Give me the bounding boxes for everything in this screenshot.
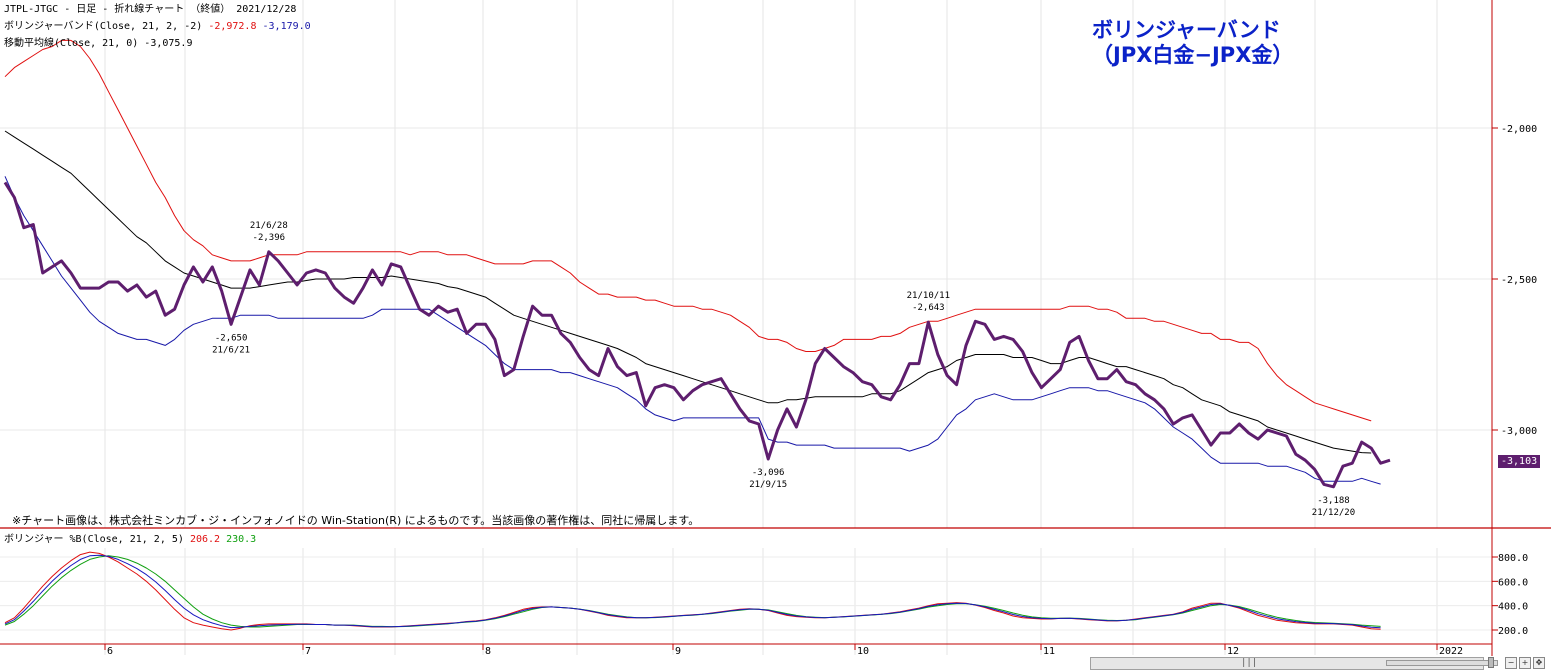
lower-band-line xyxy=(4,176,1381,485)
annotation-line-1: 21/6/28 xyxy=(250,221,288,231)
copyright-notice: ※チャート画像は、株式会社ミンカブ・ジ・インフォノイドの Win-Station… xyxy=(12,514,700,527)
x-tick-label: 7 xyxy=(305,646,311,657)
annotation-line-2: -2,643 xyxy=(912,303,945,313)
percent-b-mid-line xyxy=(4,554,1381,629)
annotation-line-2: -2,396 xyxy=(253,233,286,243)
scrollbar-grip[interactable]: ||| xyxy=(1241,658,1257,668)
annotation-line-1: -3,188 xyxy=(1317,496,1350,506)
percent-b-signal-line xyxy=(4,555,1381,628)
fit-view-button[interactable]: ✥ xyxy=(1533,657,1545,669)
annotation-line-1: -2,650 xyxy=(215,333,248,343)
x-tick-label: 2022 xyxy=(1439,646,1463,657)
bollinger-upper-value: -2,972.8 xyxy=(208,21,257,32)
y-tick-label: 200.0 xyxy=(1498,626,1528,637)
zoom-slider-track[interactable] xyxy=(1386,660,1498,666)
annotation-line-2: 21/6/21 xyxy=(212,345,250,355)
annotation-line-1: -3,096 xyxy=(752,468,785,478)
percent-b-value: 206.2 xyxy=(189,534,221,545)
annotation-line-2: 21/9/15 xyxy=(749,480,787,490)
chart-header-title: JTPL-JTGC - 日足 - 折れ線チャート （終値） 2021/12/28 xyxy=(4,4,297,15)
moving-average-line xyxy=(4,130,1372,454)
zoom-in-button[interactable]: + xyxy=(1519,657,1531,669)
lower-panel-series xyxy=(4,551,1381,631)
y-tick-label: 800.0 xyxy=(1498,553,1528,564)
y-tick-label: -2,000 xyxy=(1501,124,1537,135)
annotation-line-2: 21/12/20 xyxy=(1312,508,1355,518)
zoom-slider-thumb[interactable] xyxy=(1488,657,1494,668)
percent-b-legend: ボリンジャー %B(Close, 21, 2, 5) 206.2 230.3 xyxy=(4,534,256,546)
x-tick-label: 10 xyxy=(857,646,869,657)
annotation-line-1: 21/10/11 xyxy=(907,291,950,301)
last-value-badge: -3,103 xyxy=(1498,455,1541,468)
lower-panel-grid xyxy=(0,548,1492,655)
x-tick-label: 9 xyxy=(675,646,681,657)
bollinger-label: ボリンジャーバンド(Close, 21, 2, -2) xyxy=(4,21,203,32)
overlay-title: ボリンジャーバンド （JPX白金−JPX金） xyxy=(1092,18,1293,68)
zoom-out-button[interactable]: − xyxy=(1505,657,1517,669)
bollinger-legend: ボリンジャーバンド(Close, 21, 2, -2) -2,972.8 -3,… xyxy=(4,21,311,33)
upper-panel-series xyxy=(3,39,1391,489)
x-tick-label: 8 xyxy=(485,646,491,657)
upper-band-line xyxy=(4,39,1372,422)
price-annotations: -2,650 21/6/21 21/6/28 -2,396 -3,096 21/9/15 2… xyxy=(212,221,1355,518)
y-tick-label: -2,500 xyxy=(1501,275,1537,286)
y-tick-label: 600.0 xyxy=(1498,577,1528,588)
upper-panel-grid xyxy=(0,0,1492,528)
moving-average-legend: 移動平均線(Close, 21, 0) -3,075.9 xyxy=(4,38,193,49)
axes: -2,000 -2,500 -3,000 800.0 600.0 400.0 200.0 6 7… xyxy=(0,0,1551,657)
overlay-title-line2: （JPX白金−JPX金） xyxy=(1092,43,1294,67)
x-tick-label: 12 xyxy=(1227,646,1239,657)
x-tick-label: 6 xyxy=(107,646,113,657)
chart-canvas: -2,650 21/6/21 21/6/28 -2,396 -3,096 21/9/15 2… xyxy=(0,0,1551,657)
overlay-title-line1: ボリンジャーバンド xyxy=(1092,18,1281,42)
y-tick-label: -3,000 xyxy=(1501,426,1537,437)
percent-b-label: ボリンジャー %B(Close, 21, 2, 5) xyxy=(4,534,184,545)
x-tick-label: 11 xyxy=(1043,646,1055,657)
bollinger-lower-value: -3,179.0 xyxy=(262,21,311,32)
percent-b-signal-value: 230.3 xyxy=(226,534,257,545)
close-price-line xyxy=(3,181,1391,489)
y-tick-label: 400.0 xyxy=(1498,602,1528,613)
